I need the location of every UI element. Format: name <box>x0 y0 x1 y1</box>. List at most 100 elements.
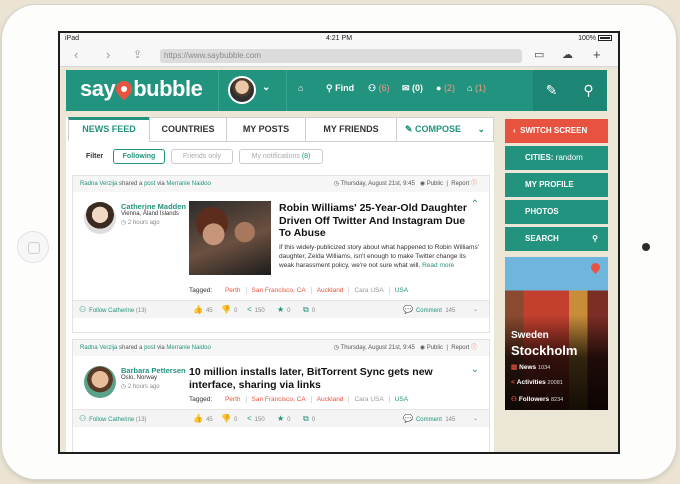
city-name: Stockholm <box>511 343 578 358</box>
edit-post-button[interactable]: ⧉ 0 <box>303 410 315 429</box>
post-title[interactable]: 10 million installs later, BitTorrent Sy… <box>189 366 459 391</box>
tag-link[interactable]: Perth <box>219 396 247 403</box>
messages-button[interactable]: ✉ (0) <box>402 83 423 94</box>
home-icon[interactable]: ⌂ <box>298 83 303 93</box>
clock: 4:21 PM <box>325 35 353 42</box>
tag-link[interactable]: Auckland <box>311 396 350 403</box>
tag-link[interactable]: Auckland <box>311 287 350 294</box>
groups-button[interactable]: ⌂ (1) <box>467 83 486 93</box>
thumbs-up-icon: 👍 <box>193 414 203 423</box>
follow-icon: ⚇ <box>79 305 87 314</box>
tag-link[interactable]: San Francisco, CA <box>246 287 312 294</box>
post-tags: Tagged: Perth San Francisco, CA Auckland Ca… <box>189 287 413 294</box>
tag-link[interactable]: USA <box>390 396 413 403</box>
follow-button[interactable]: ⚇ Follow Catherine (13) <box>79 410 147 429</box>
edit-post-button[interactable]: ⧉ 0 <box>303 301 315 320</box>
tag-link[interactable]: Cara USA <box>349 287 390 294</box>
filter-my-notifications[interactable]: My notifications (8) <box>239 149 323 164</box>
author-location: Oslo, Norway <box>121 375 158 381</box>
tab-news-feed[interactable]: NEWS FEED <box>68 117 150 142</box>
app-header: say bubble ⌄ ⌂ ⚲ Find ⚇ (6) ✉ (0) ● (2) ⌂… <box>66 70 607 111</box>
home-button[interactable] <box>17 231 49 263</box>
tab-countries[interactable]: COUNTRIES <box>149 117 227 142</box>
share-icon[interactable]: ⇪ <box>133 48 142 62</box>
chevron-down-icon[interactable]: ⌄ <box>473 301 478 319</box>
city-country: Sweden <box>511 330 549 341</box>
report-link[interactable]: Report <box>451 181 469 187</box>
edit-icon[interactable]: ✎ <box>533 70 570 111</box>
saybubble-logo[interactable]: say bubble <box>80 76 203 102</box>
follow-button[interactable]: ⚇ Follow Catherine (13) <box>79 301 147 320</box>
post-actions: ⚇ Follow Catherine (13) 👍 45 👎 0 <150 ★ 0 ⧉ 0… <box>73 409 489 427</box>
tab-my-friends[interactable]: MY FRIENDS <box>305 117 397 142</box>
post-image[interactable] <box>189 201 271 275</box>
city-card[interactable]: Sweden Stockholm ▤ News 1034 < Activities … <box>505 257 608 410</box>
post-title[interactable]: Robin Williams' 25-Year-Old Daughter Dri… <box>279 202 479 240</box>
author-name[interactable]: Catherine Madden <box>121 202 186 211</box>
star-icon: ★ <box>277 414 285 423</box>
thumbs-up-icon: 👍 <box>193 305 203 314</box>
like-button[interactable]: 👍 45 <box>193 410 213 429</box>
my-profile-button[interactable]: MY PROFILE <box>505 173 608 197</box>
city-followers[interactable]: ⚇ Followers 8234 <box>511 395 563 403</box>
like-button[interactable]: 👍 45 <box>193 301 213 320</box>
star-button[interactable]: ★ 0 <box>277 301 291 320</box>
new-tab-icon[interactable]: + <box>593 48 601 62</box>
city-activities[interactable]: < Activities 20081 <box>511 379 563 386</box>
feed-tabs: NEWS FEED COUNTRIES MY POSTS MY FRIENDS … <box>68 117 494 142</box>
switch-screen-button[interactable]: ‹ SWITCH SCREEN <box>505 119 608 143</box>
battery-status: 100% <box>578 35 612 42</box>
dislike-button[interactable]: 👎 0 <box>221 410 237 429</box>
read-more-link[interactable]: Read more <box>422 262 454 269</box>
tag-link[interactable]: Cara USA <box>349 396 390 403</box>
share-icon: < <box>247 305 252 314</box>
post-share-meta: Radna Verzija shared a post via Merranie… <box>73 176 489 192</box>
comment-button[interactable]: 💬 Comment 145 <box>403 301 455 320</box>
url-bar[interactable]: https://www.saybubble.com <box>160 49 522 63</box>
back-icon[interactable]: ‹ <box>74 48 78 62</box>
tag-link[interactable]: San Francisco, CA <box>246 396 312 403</box>
user-avatar[interactable] <box>228 76 256 104</box>
comment-icon: 💬 <box>403 305 413 314</box>
chevron-up-icon[interactable]: ⌃ <box>471 199 479 210</box>
share-button[interactable]: <150 <box>247 410 265 429</box>
chevron-down-icon[interactable]: ⌄ <box>471 364 479 375</box>
friend-requests-button[interactable]: ⚇ (6) <box>368 83 390 94</box>
photos-button[interactable]: PHOTOS <box>505 200 608 224</box>
chevron-down-icon[interactable]: ⌄ <box>473 410 478 428</box>
chevron-down-icon[interactable]: ⌄ <box>262 82 270 93</box>
star-button[interactable]: ★ 0 <box>277 410 291 429</box>
post-actions: ⚇ Follow Catherine (13) 👍 45 👎 0 <150 ★ 0 ⧉ 0… <box>73 300 489 318</box>
browser-toolbar: ‹ › ⇪ https://www.saybubble.com ▭ ☁ + <box>60 45 618 67</box>
find-button[interactable]: ⚲ Find <box>326 83 354 94</box>
share-button[interactable]: <150 <box>247 301 265 320</box>
cities-button[interactable]: CITIES: random <box>505 146 608 170</box>
thumbs-down-icon: 👎 <box>221 305 231 314</box>
author-avatar[interactable] <box>84 202 116 234</box>
search-icon[interactable]: ⚲ <box>570 70 607 111</box>
bookmarks-icon[interactable]: ▭ <box>534 48 544 62</box>
filter-friends-only[interactable]: Friends only <box>171 149 233 164</box>
share-icon: < <box>247 414 252 423</box>
tag-link[interactable]: USA <box>390 287 413 294</box>
post-share-meta: Radna Verzija shared a post via Merranie… <box>73 340 489 356</box>
news-feed-panel: NEWS FEED COUNTRIES MY POSTS MY FRIENDS … <box>66 117 494 452</box>
comment-button[interactable]: 💬 Comment 145 <box>403 410 455 429</box>
battery-icon <box>598 35 612 41</box>
forward-icon[interactable]: › <box>106 48 110 62</box>
dislike-button[interactable]: 👎 0 <box>221 301 237 320</box>
alerts-button[interactable]: ● (2) <box>436 83 455 93</box>
search-button[interactable]: SEARCH ⚲ <box>505 227 608 251</box>
tag-link[interactable]: Perth <box>219 287 247 294</box>
author-name[interactable]: Barbara Pettersen <box>121 366 186 375</box>
right-sidebar: ‹ SWITCH SCREEN CITIES: random MY PROFIL… <box>505 117 608 447</box>
filter-following[interactable]: Following <box>113 149 165 164</box>
report-link[interactable]: Report <box>451 345 469 351</box>
tab-compose[interactable]: ✎ COMPOSE ⌄ <box>396 117 494 142</box>
activities-icon: < <box>511 379 515 386</box>
city-news[interactable]: ▤ News 1034 <box>511 363 550 371</box>
post-time: ◷ 2 hours ago <box>121 220 160 226</box>
cloud-tabs-icon[interactable]: ☁ <box>562 48 573 62</box>
tab-my-posts[interactable]: MY POSTS <box>226 117 306 142</box>
author-avatar[interactable] <box>84 366 116 398</box>
